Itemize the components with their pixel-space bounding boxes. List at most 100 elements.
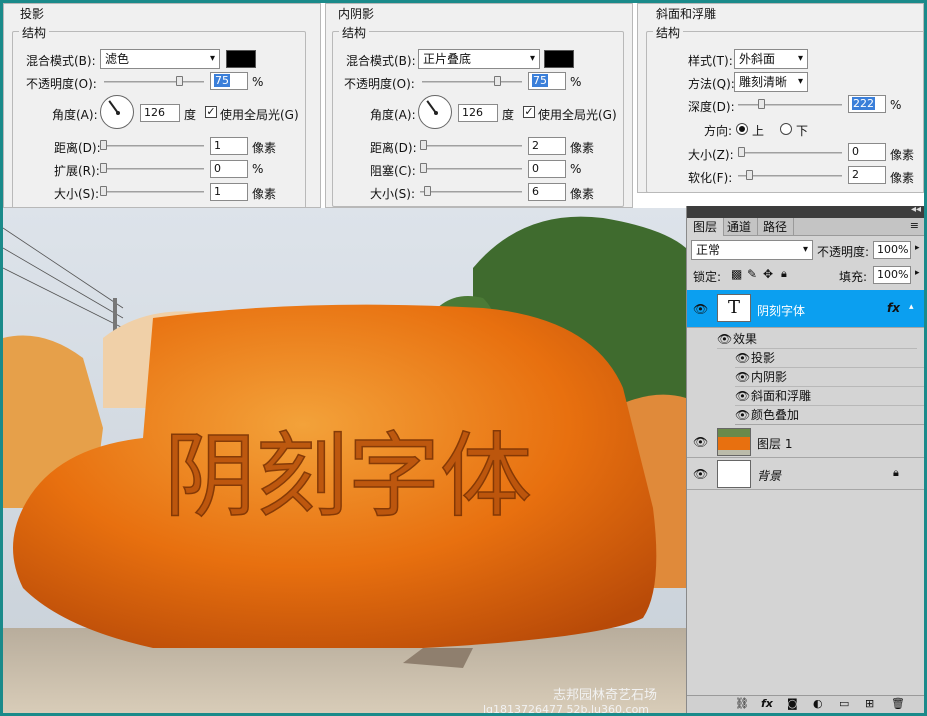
slider-thumb[interactable] [420, 140, 427, 150]
layer-text[interactable]: 👁︎ T 阴刻字体 fx ▴ [687, 290, 924, 328]
fill-input[interactable]: 100% [873, 266, 911, 284]
lock-move-icon[interactable]: ✥ [763, 267, 773, 281]
slider-thumb[interactable] [100, 186, 107, 196]
image-canvas[interactable]: 阴刻字体 志邦园林奇艺石场 lq1813726477 52b.lu360.com [3, 208, 686, 713]
eye-icon[interactable]: 👁︎ [735, 368, 750, 386]
effects-header[interactable]: 👁︎ 效果 [717, 330, 917, 349]
slider-thumb[interactable] [100, 140, 107, 150]
global-light-checkbox[interactable]: ✓ [523, 106, 535, 118]
add-mask-icon[interactable]: ◙ [787, 697, 798, 710]
collapse-icon[interactable]: ◂◂ [911, 204, 921, 215]
effect-drop-shadow[interactable]: 👁︎ 投影 [735, 349, 924, 368]
bevel-size-input[interactable]: 0 [848, 143, 886, 161]
effect-inner-shadow[interactable]: 👁︎ 内阴影 [735, 368, 924, 387]
angle-dial[interactable] [418, 95, 452, 129]
eye-icon[interactable]: 👁︎ [693, 467, 709, 481]
inner-shadow-title: 内阴影 [338, 7, 375, 21]
new-group-icon[interactable]: ▭ [839, 697, 849, 710]
layer-opacity-input[interactable]: 100% [873, 241, 911, 259]
slider-thumb[interactable] [420, 163, 427, 173]
distance-unit: 像素 [252, 141, 277, 155]
chevron-right-icon[interactable]: ▸ [915, 268, 920, 278]
effect-bevel-emboss[interactable]: 👁︎ 斜面和浮雕 [735, 387, 924, 406]
chevron-up-icon[interactable]: ▴ [909, 302, 914, 312]
angle-dial[interactable] [100, 95, 134, 129]
slider-thumb[interactable] [494, 76, 501, 86]
choke-input[interactable]: 0 [528, 160, 566, 178]
slider-thumb[interactable] [424, 186, 431, 196]
opacity-slider[interactable] [422, 76, 522, 86]
spread-slider[interactable] [100, 163, 204, 173]
direction-up-radio[interactable] [736, 123, 748, 135]
delete-layer-icon[interactable]: 🗑︎ [891, 697, 905, 710]
size-label: 大小(S): [54, 187, 100, 201]
opacity-label: 不透明度(O): [26, 77, 97, 91]
layer-blend-select[interactable]: 正常 ▾ [691, 240, 813, 260]
distance-slider[interactable] [100, 140, 204, 150]
eye-icon[interactable]: 👁︎ [693, 435, 709, 449]
add-style-icon[interactable]: fx [761, 697, 773, 710]
technique-select[interactable]: 雕刻清晰 ▾ [734, 72, 808, 92]
opacity-slider[interactable] [104, 76, 204, 86]
soften-input[interactable]: 2 [848, 166, 886, 184]
blend-mode-label: 混合模式(B): [26, 54, 96, 68]
fill-label: 填充: [839, 270, 868, 284]
distance-slider[interactable] [420, 140, 522, 150]
spread-input[interactable]: 0 [210, 160, 248, 178]
shadow-color-swatch[interactable] [226, 50, 256, 68]
distance-input[interactable]: 1 [210, 137, 248, 155]
blend-mode-select[interactable]: 滤色 ▾ [100, 49, 220, 69]
eye-icon[interactable]: 👁︎ [735, 387, 750, 405]
chevron-right-icon[interactable]: ▸ [915, 243, 920, 253]
layer-background[interactable]: 👁︎ 背景 🔒︎ [687, 458, 924, 490]
spread-label: 扩展(R): [54, 164, 100, 178]
blend-mode-select[interactable]: 正片叠底 ▾ [418, 49, 540, 69]
depth-slider[interactable] [738, 99, 842, 109]
adjustment-layer-icon[interactable]: ◐ [813, 697, 823, 710]
lock-transparency-icon[interactable]: ▩ [731, 267, 742, 281]
slider-thumb[interactable] [738, 147, 745, 157]
style-select[interactable]: 外斜面 ▾ [734, 49, 808, 69]
slider-thumb[interactable] [746, 170, 753, 180]
shadow-color-swatch[interactable] [544, 50, 574, 68]
slider-thumb[interactable] [176, 76, 183, 86]
distance-input[interactable]: 2 [528, 137, 566, 155]
angle-input[interactable]: 126 [458, 104, 498, 122]
eye-icon[interactable]: 👁︎ [735, 349, 750, 367]
new-layer-icon[interactable]: ⊞ [865, 697, 874, 710]
lock-all-icon[interactable]: 🔒︎ [781, 267, 787, 281]
direction-down-radio[interactable] [780, 123, 792, 135]
eye-icon[interactable]: 👁︎ [717, 330, 732, 348]
tab-channels[interactable]: 通道 [721, 218, 759, 236]
eye-icon[interactable]: 👁︎ [735, 406, 750, 424]
layer-opacity-label: 不透明度: [817, 245, 870, 259]
soften-slider[interactable] [738, 170, 842, 180]
layer-1[interactable]: 👁︎ 图层 1 [687, 426, 924, 458]
effect-color-overlay[interactable]: 👁︎ 颜色叠加 [735, 406, 924, 425]
global-light-checkbox[interactable]: ✓ [205, 106, 217, 118]
opacity-input[interactable]: 75 [528, 72, 566, 90]
depth-input[interactable]: 222 [848, 95, 886, 113]
slider-thumb[interactable] [100, 163, 107, 173]
lock-paint-icon[interactable]: ✎ [747, 267, 757, 281]
size-unit: 像素 [570, 187, 595, 201]
slider-thumb[interactable] [758, 99, 765, 109]
choke-unit: % [570, 162, 582, 176]
lock-fill-row: 锁定: ▩ ✎ ✥ 🔒︎ 填充: 100% ▸ [687, 264, 924, 286]
global-light-label: 使用全局光(G) [538, 108, 617, 122]
tab-paths[interactable]: 路径 [757, 218, 795, 236]
opacity-input[interactable]: 75 [210, 72, 248, 90]
size-slider[interactable] [100, 186, 204, 196]
angle-input[interactable]: 126 [140, 104, 180, 122]
tab-layers[interactable]: 图层 [687, 218, 725, 236]
size-input[interactable]: 6 [528, 183, 566, 201]
eye-icon[interactable]: 👁︎ [693, 302, 709, 316]
choke-slider[interactable] [420, 163, 522, 173]
link-layers-icon[interactable]: ⛓ [735, 697, 749, 710]
size-slider[interactable] [420, 186, 522, 196]
panel-menu-icon[interactable]: ≡ [910, 219, 919, 232]
fx-badge[interactable]: fx [887, 301, 900, 315]
bevel-size-slider[interactable] [738, 147, 842, 157]
style-value: 外斜面 [739, 52, 776, 66]
size-input[interactable]: 1 [210, 183, 248, 201]
